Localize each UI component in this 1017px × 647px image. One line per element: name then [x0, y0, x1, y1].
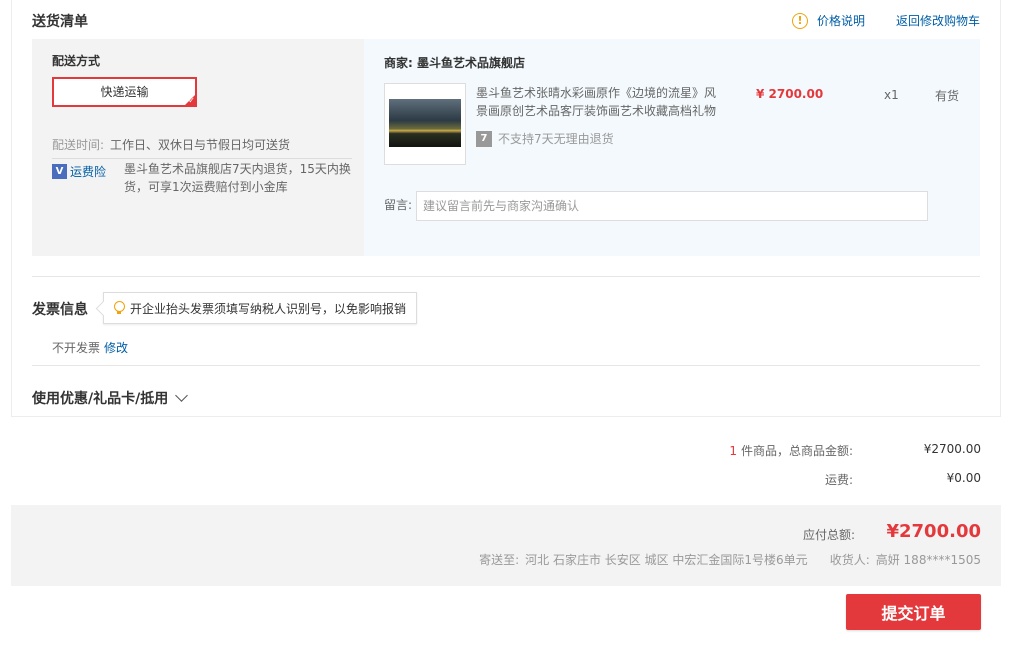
check-icon: ✓	[188, 96, 195, 105]
payable-label: 应付总额:	[802, 528, 855, 542]
payable-bar: 应付总额: ¥2700.00 寄送至: 河北 石家庄市 长安区 城区 中宏汇金国际…	[11, 505, 1001, 586]
coupon-title: 使用优惠/礼品卡/抵用	[32, 391, 169, 407]
shipping-label: 配送方式	[52, 54, 101, 68]
invoice-edit-link[interactable]: 修改	[104, 341, 128, 355]
invoice-title: 发票信息	[32, 302, 88, 318]
invoice-tip-text: 开企业抬头发票须填写纳税人识别号，以免影响报销	[130, 301, 407, 316]
product-thumbnail[interactable]	[384, 83, 466, 165]
shipping-method-label: 快递运输	[100, 85, 149, 99]
remark-input[interactable]	[416, 191, 928, 221]
no-return-7-icon: 7	[476, 130, 492, 147]
ship-to-label: 寄送至:	[479, 553, 520, 567]
shop-name-value: 墨斗鱼艺术品旗舰店	[417, 56, 526, 70]
freight-label: 运费:	[824, 473, 853, 487]
invoice-value-text: 不开发票	[52, 341, 101, 355]
goods-total-label: 1 件商品，总商品金额:	[729, 442, 853, 459]
price-help-label: 价格说明	[817, 14, 866, 28]
shipping-panel: 配送方式 快递运输 ✓ 配送时间: 工作日、双休日与节假日均可送货 V 运费险 墨…	[32, 39, 364, 256]
delivery-time-value: 工作日、双休日与节假日均可送货	[110, 138, 291, 152]
divider	[52, 158, 352, 159]
freight-insurance-label: 运费险	[70, 165, 107, 179]
freight-insurance-desc: 墨斗鱼艺术品旗舰店7天内退货，15天内换货，可享1次运费赔付到小金库	[124, 162, 351, 194]
goods-total-row: 1 件商品，总商品金额: ¥2700.00	[0, 442, 1017, 458]
back-to-cart-link[interactable]: 返回修改购物车	[896, 12, 980, 29]
chevron-down-icon	[175, 389, 189, 402]
divider	[32, 365, 980, 366]
warning-icon: !	[792, 12, 808, 29]
remark-label: 留言:	[384, 198, 413, 212]
lightbulb-icon	[113, 301, 125, 315]
return-policy: 7 不支持7天无理由退货	[476, 130, 614, 147]
return-policy-label: 不支持7天无理由退货	[498, 132, 614, 146]
coupon-toggle[interactable]: 使用优惠/礼品卡/抵用	[32, 388, 189, 408]
submit-order-button[interactable]: 提交订单	[846, 594, 981, 630]
freight-row: 运费: ¥0.00	[0, 471, 1017, 487]
product-title-link[interactable]: 墨斗鱼艺术张晴水彩画原作《边境的流星》风景画原创艺术品客厅装饰画艺术收藏高档礼物	[476, 84, 724, 120]
divider	[32, 276, 980, 277]
payable-value: ¥2700.00	[886, 521, 981, 542]
invoice-value: 不开发票 修改	[52, 339, 128, 356]
freight-insurance-link[interactable]: V 运费险	[52, 163, 106, 180]
item-count: 1	[729, 444, 737, 458]
product-quantity: x1	[884, 88, 899, 102]
product-image	[389, 99, 461, 147]
price-help-link[interactable]: ! 价格说明	[792, 12, 865, 29]
delivery-time-label: 配送时间:	[52, 138, 105, 152]
shipping-address: 寄送至: 河北 石家庄市 长安区 城区 中宏汇金国际1号楼6单元 收货人: 高妍 18…	[479, 551, 981, 568]
shop-name: 商家: 墨斗鱼艺术品旗舰店	[384, 54, 525, 71]
invoice-tooltip: 开企业抬头发票须填写纳税人识别号，以免影响报销	[103, 292, 418, 324]
product-price: ¥ 2700.00	[756, 87, 824, 101]
receiver-label: 收货人:	[829, 553, 870, 567]
address-text: 河北 石家庄市 长安区 城区 中宏汇金国际1号楼6单元	[525, 553, 808, 567]
delivery-section-title: 送货清单	[32, 14, 88, 30]
shipping-method-option[interactable]: 快递运输 ✓	[52, 77, 197, 107]
shop-label: 商家:	[384, 56, 413, 70]
freight-value: ¥0.00	[946, 471, 981, 485]
stock-status: 有货	[935, 89, 960, 103]
shield-icon: V	[52, 164, 67, 179]
goods-panel: 商家: 墨斗鱼艺术品旗舰店 墨斗鱼艺术张晴水彩画原作《边境的流星》风景画原创艺术…	[364, 39, 980, 256]
order-card: 送货清单 ! 价格说明 返回修改购物车 配送方式 快递运输 ✓ 配送时间: 工作日…	[11, 0, 1001, 417]
receiver-text: 高妍 188****1505	[875, 553, 981, 567]
goods-count-label: 件商品，总商品金额:	[740, 444, 853, 458]
delivery-time: 配送时间: 工作日、双休日与节假日均可送货	[52, 136, 290, 153]
goods-total-value: ¥2700.00	[923, 442, 981, 456]
